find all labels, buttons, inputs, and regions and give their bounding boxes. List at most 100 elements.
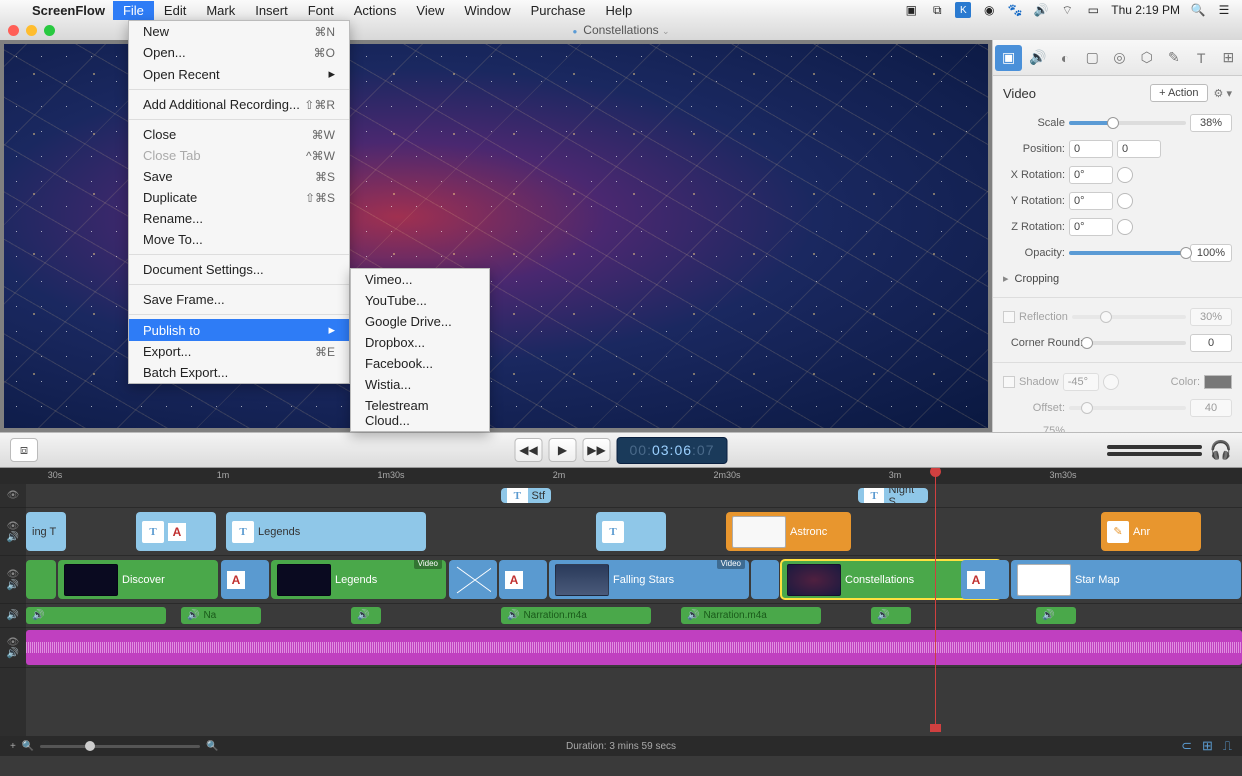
menu-open[interactable]: Open...⌘O (129, 42, 349, 63)
track-text-overlay[interactable]: TStf TNight S (26, 484, 1242, 508)
shadow-dial[interactable] (1103, 374, 1119, 390)
clip-title-1[interactable]: TA (136, 512, 216, 551)
shadow-checkbox[interactable] (1003, 376, 1015, 388)
app-name[interactable]: ScreenFlow (24, 3, 113, 18)
publish-facebook[interactable]: Facebook... (351, 353, 489, 374)
publish-dropbox[interactable]: Dropbox... (351, 332, 489, 353)
aclip-wave-1[interactable]: 🔊 (26, 607, 166, 624)
play-button[interactable]: ▶ (549, 438, 577, 462)
rewind-button[interactable]: ◀◀ (515, 438, 543, 462)
opacity-value[interactable]: 100% (1190, 244, 1232, 262)
menu-close[interactable]: Close⌘W (129, 124, 349, 145)
headphones-icon[interactable]: 🎧 (1210, 440, 1232, 461)
clip-xfade-1[interactable] (449, 560, 497, 599)
clip-trans-2[interactable]: A (499, 560, 547, 599)
menu-add-recording[interactable]: Add Additional Recording...⇧⌘R (129, 94, 349, 115)
xrot-input[interactable]: 0° (1069, 166, 1113, 184)
waveform-icon[interactable]: ⎍ (1223, 738, 1232, 754)
zrot-dial[interactable] (1117, 219, 1133, 235)
spotlight-icon[interactable]: 🔍 (1190, 2, 1206, 18)
aclip-na[interactable]: 🔊Na (181, 607, 261, 624)
clip-xfade-2[interactable] (751, 560, 779, 599)
clip-discover[interactable]: Discover (58, 560, 218, 599)
reflection-checkbox[interactable] (1003, 311, 1015, 323)
position-y-input[interactable]: 0 (1117, 140, 1161, 158)
corner-value[interactable]: 0 (1190, 334, 1232, 352)
tab-callout-props[interactable]: ▢ (1079, 40, 1106, 75)
menu-save-frame[interactable]: Save Frame... (129, 289, 349, 310)
track-toggle-4[interactable]: 🔊 (0, 604, 26, 628)
tab-screen-props[interactable]: ◐ (1051, 40, 1078, 75)
menu-mark[interactable]: Mark (196, 1, 245, 20)
battery-icon[interactable]: ▭ (1085, 2, 1101, 18)
publish-telestream[interactable]: Telestream Cloud... (351, 395, 489, 431)
menu-actions[interactable]: Actions (344, 1, 407, 20)
publish-vimeo[interactable]: Vimeo... (351, 269, 489, 290)
menu-file[interactable]: File (113, 1, 154, 20)
tab-video-props[interactable]: ▣ (995, 45, 1022, 71)
track-toggle-5[interactable]: 👁🔊 (0, 628, 26, 668)
clip-falling[interactable]: Falling StarsVideo (549, 560, 749, 599)
clip-legends-video[interactable]: LegendsVideo (271, 560, 446, 599)
position-x-input[interactable]: 0 (1069, 140, 1113, 158)
tab-audio-props[interactable]: 🔊 (1024, 40, 1051, 75)
menu-duplicate[interactable]: Duplicate⇧⌘S (129, 187, 349, 208)
tab-touch-props[interactable]: ◎ (1106, 40, 1133, 75)
shadow-angle-input[interactable]: -45° (1063, 373, 1099, 391)
zoom-in-icon[interactable]: 🔍 (206, 741, 218, 752)
clip-ann[interactable]: ✎Anr (1101, 512, 1201, 551)
aclip-narration-1[interactable]: 🔊Narration.m4a (501, 607, 651, 624)
timecode-display[interactable]: 00:03:06:07 (617, 437, 728, 464)
window-zoom-button[interactable] (44, 25, 55, 36)
opacity-slider[interactable] (1069, 251, 1186, 255)
cropping-disclosure[interactable]: Cropping (993, 266, 1242, 291)
reflection-value[interactable]: 30% (1190, 308, 1232, 326)
paw-icon[interactable]: 🐾 (1007, 2, 1023, 18)
track-toggle-3[interactable]: 👁🔊 (0, 556, 26, 604)
window-close-button[interactable] (8, 25, 19, 36)
aclip-3[interactable]: 🔊 (871, 607, 911, 624)
props-gear-icon[interactable]: ⚙ ▾ (1214, 87, 1232, 100)
camera-icon[interactable]: ▣ (903, 2, 919, 18)
aclip-narration-2[interactable]: 🔊Narration.m4a (681, 607, 821, 624)
clip-starmap[interactable]: Star Map (1011, 560, 1241, 599)
corner-slider[interactable] (1087, 341, 1186, 345)
zrot-input[interactable]: 0° (1069, 218, 1113, 236)
yrot-dial[interactable] (1117, 193, 1133, 209)
shadow-color-swatch[interactable] (1204, 375, 1232, 389)
clip-trans-3[interactable]: A (961, 560, 1009, 599)
document-title[interactable]: Constellations ⌄ (572, 23, 669, 37)
clip-title-2[interactable]: T (596, 512, 666, 551)
menu-doc-settings[interactable]: Document Settings... (129, 259, 349, 280)
offset-value[interactable]: 40 (1190, 399, 1232, 417)
menu-open-recent[interactable]: Open Recent▸ (129, 63, 349, 85)
track-video[interactable]: Discover A LegendsVideo A Falling StarsV… (26, 556, 1242, 604)
menu-help[interactable]: Help (596, 1, 643, 20)
wifi-icon[interactable]: ⌔ (1059, 2, 1075, 18)
publish-youtube[interactable]: YouTube... (351, 290, 489, 311)
menu-save[interactable]: Save⌘S (129, 166, 349, 187)
menu-window[interactable]: Window (454, 1, 520, 20)
track-toggle-1[interactable]: 👁 (0, 484, 26, 508)
clip-legends-title[interactable]: TLegends (226, 512, 426, 551)
clip-text-night[interactable]: TNight S (858, 488, 928, 503)
track-narration[interactable]: 🔊 🔊Na 🔊 🔊Narration.m4a 🔊Narration.m4a 🔊 … (26, 604, 1242, 628)
tab-pen-props[interactable]: ✎ (1160, 40, 1187, 75)
tab-media-props[interactable]: ⊞ (1215, 40, 1242, 75)
tab-text-props[interactable]: T (1188, 40, 1215, 75)
menu-font[interactable]: Font (298, 1, 344, 20)
xrot-dial[interactable] (1117, 167, 1133, 183)
menu-edit[interactable]: Edit (154, 1, 196, 20)
menu-purchase[interactable]: Purchase (521, 1, 596, 20)
window-minimize-button[interactable] (26, 25, 37, 36)
aclip-4[interactable]: 🔊 (1036, 607, 1076, 624)
menu-new[interactable]: New⌘N (129, 21, 349, 42)
menu-rename[interactable]: Rename... (129, 208, 349, 229)
zoom-out-icon[interactable]: 🔍 (22, 741, 34, 752)
scale-value[interactable]: 38% (1190, 114, 1232, 132)
clip-ing[interactable]: ing T (26, 512, 66, 551)
yrot-input[interactable]: 0° (1069, 192, 1113, 210)
track-music[interactable] (26, 628, 1242, 668)
scale-slider[interactable] (1069, 121, 1186, 125)
track-toggle-2[interactable]: 👁🔊 (0, 508, 26, 556)
